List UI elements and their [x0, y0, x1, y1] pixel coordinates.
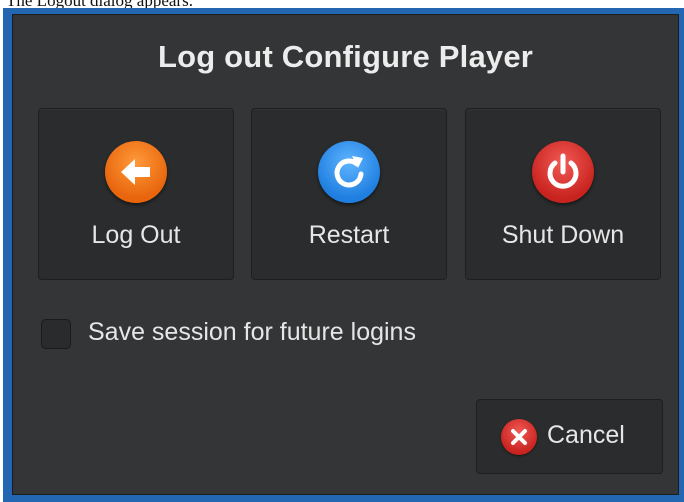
log-out-label: Log Out: [91, 221, 181, 249]
restart-button[interactable]: Restart: [251, 108, 447, 280]
action-buttons: Log Out Restart Shut Down: [38, 108, 662, 280]
restart-label: Restart: [308, 221, 390, 249]
refresh-icon: [318, 141, 380, 203]
cancel-label: Cancel: [547, 421, 625, 449]
power-icon: [532, 141, 594, 203]
logout-dialog: Log out Configure Player Log Out Restart…: [12, 14, 679, 495]
shut-down-button[interactable]: Shut Down: [465, 108, 661, 280]
dialog-title: Log out Configure Player: [157, 39, 534, 74]
save-session-checkbox[interactable]: [41, 319, 71, 349]
save-session-label: Save session for future logins: [88, 318, 416, 346]
cancel-button[interactable]: Cancel: [476, 399, 663, 474]
shut-down-label: Shut Down: [501, 221, 625, 249]
page: The Logout dialog appears. Log out Confi…: [0, 0, 684, 502]
arrow-left-icon: [105, 141, 167, 203]
log-out-button[interactable]: Log Out: [38, 108, 234, 280]
close-icon: [501, 419, 537, 455]
